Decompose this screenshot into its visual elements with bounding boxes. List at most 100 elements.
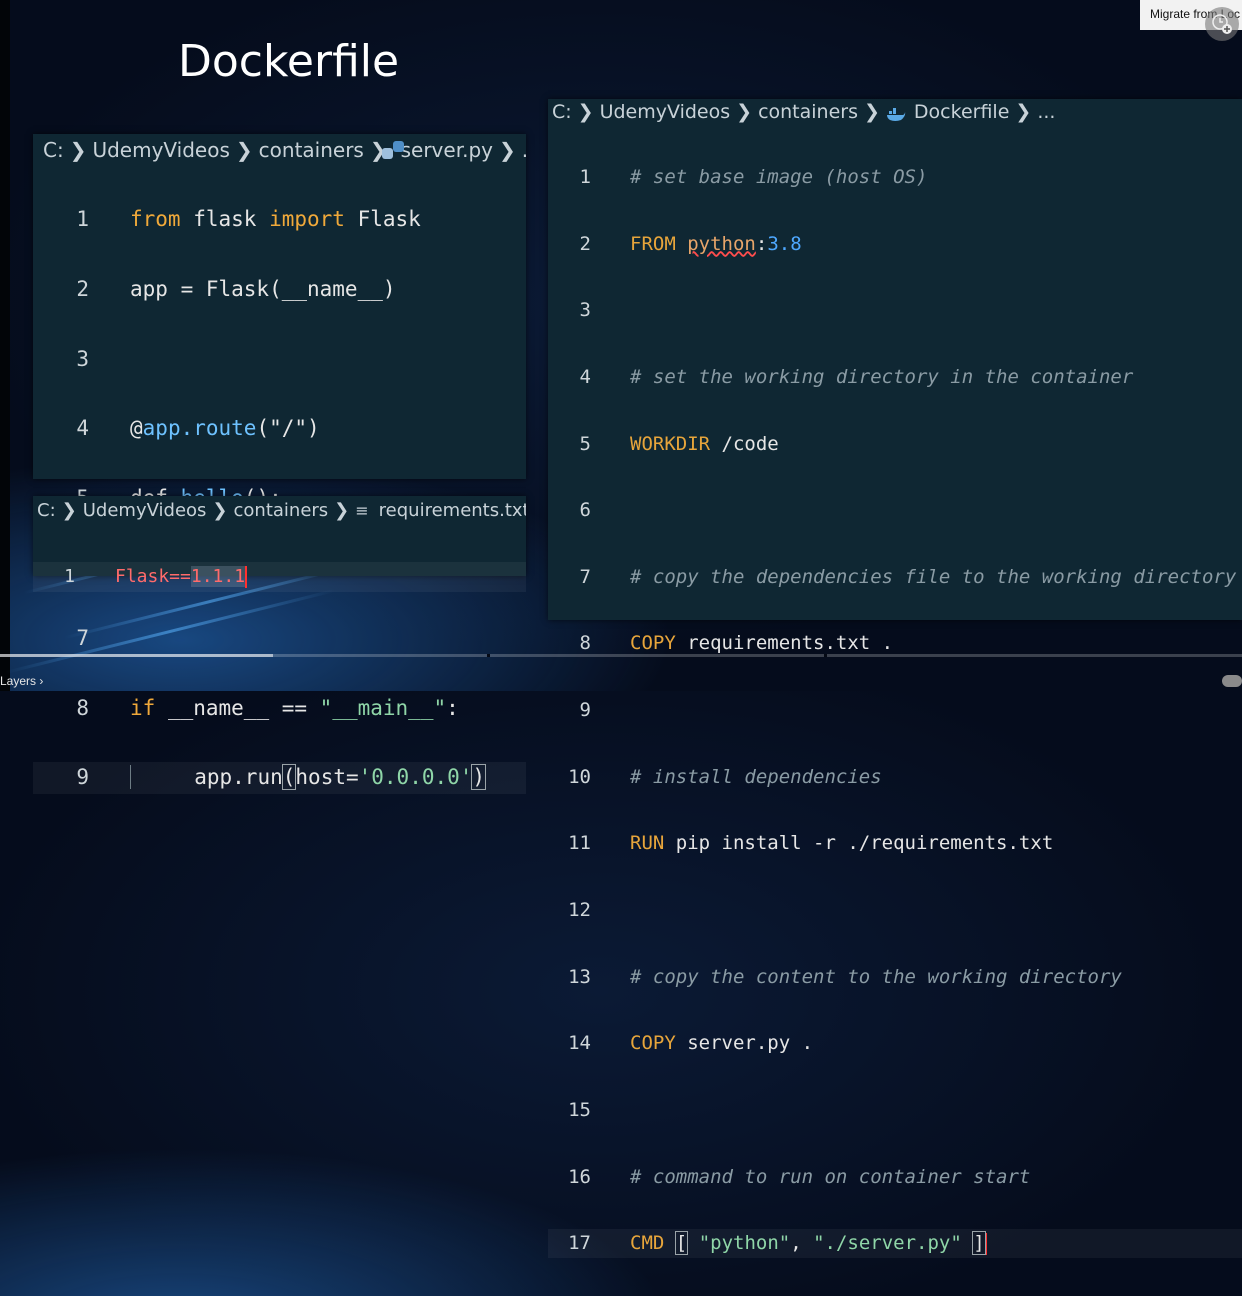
- autoplay-toggle[interactable]: [1222, 675, 1242, 687]
- line-number: 9: [579, 699, 591, 722]
- line-number: 6: [579, 499, 591, 522]
- server-py-editor: C: ❯ UdemyVideos ❯ containers ❯ server.p…: [33, 134, 526, 795]
- add-to-queue-button[interactable]: [1205, 7, 1239, 41]
- breadcrumb-folder[interactable]: UdemyVideos: [83, 500, 207, 521]
- line-number: 2: [76, 276, 89, 301]
- line-number: 17: [568, 1232, 591, 1255]
- docker-whale-icon: [886, 105, 906, 121]
- chevron-right-icon: ❯: [577, 101, 594, 123]
- breadcrumb: C: ❯ UdemyVideos ❯ containers ❯ Dockerfi…: [548, 99, 1242, 125]
- chapter-divider: [824, 654, 827, 657]
- chapter-divider: [487, 654, 490, 657]
- code-token: /code: [710, 432, 779, 455]
- line-number: 2: [579, 232, 591, 255]
- code-area[interactable]: 1 # set base image (host OS) 2 FROM python…: [548, 125, 1242, 1296]
- line-number: 7: [579, 565, 591, 588]
- code-token: (: [256, 416, 270, 441]
- chevron-right-icon: ❯: [498, 138, 516, 162]
- code-token: app.route: [142, 416, 257, 441]
- bracket-match: ]: [972, 1231, 986, 1256]
- chevron-right-icon: ❯: [736, 101, 753, 123]
- bracket-match: [: [674, 1231, 689, 1256]
- code-token: ): [307, 416, 320, 441]
- keyword: CMD: [630, 1232, 665, 1255]
- keyword: import: [269, 207, 345, 231]
- code-token: requirements.txt .: [675, 632, 894, 655]
- line-number: 1: [64, 566, 75, 587]
- code-line: 1 from flask import Flask: [33, 204, 526, 236]
- breadcrumb-folder[interactable]: UdemyVideos: [92, 138, 229, 162]
- breadcrumb-folder[interactable]: containers: [259, 138, 364, 162]
- line-number: 13: [568, 965, 591, 988]
- code-token: :: [755, 232, 768, 255]
- code-line: 4 # set the working directory in the cont…: [548, 363, 1242, 392]
- line-number: 5: [579, 432, 591, 455]
- text-file-icon: ≡: [355, 500, 369, 520]
- left-edge-strip: [0, 0, 10, 691]
- code-area[interactable]: 1 Flask==1.1.1: [33, 524, 526, 630]
- code-line: 2 FROM python:3.8: [548, 230, 1242, 259]
- string-literal: '0.0.0.0': [358, 765, 473, 790]
- keyword: RUN: [630, 832, 665, 855]
- package-version: 1.1.1: [190, 566, 246, 587]
- breadcrumb: C: ❯ UdemyVideos ❯ containers ❯ server.p…: [33, 134, 526, 166]
- breadcrumb-file[interactable]: requirements.txt: [379, 500, 526, 521]
- comment: # copy the content to the working direct…: [630, 965, 1122, 988]
- string-literal: "python": [698, 1232, 791, 1255]
- indent-guide: [130, 765, 157, 790]
- code-token: app.run: [194, 765, 283, 790]
- line-number: 11: [568, 832, 591, 855]
- code-line: 12: [548, 896, 1242, 925]
- breadcrumb-file[interactable]: Dockerfile: [914, 101, 1009, 123]
- code-token: host=: [295, 765, 359, 790]
- code-line: 15: [548, 1096, 1242, 1125]
- chapter-label[interactable]: Layers ›: [0, 674, 43, 688]
- code-line: 13 # copy the content to the working dire…: [548, 963, 1242, 992]
- code-line: 4 @app.route("/"): [33, 413, 526, 445]
- code-token: server.py .: [675, 1032, 814, 1055]
- image-tag: 3.8: [767, 232, 802, 255]
- code-line: 3: [548, 296, 1242, 325]
- line-number: 12: [568, 899, 591, 922]
- text-cursor: [984, 1232, 987, 1255]
- keyword: FROM: [630, 232, 676, 255]
- chevron-right-icon: ❯: [334, 499, 350, 521]
- line-number: 15: [568, 1098, 591, 1121]
- line-number: 3: [579, 299, 591, 322]
- comment: # copy the dependencies file to the work…: [630, 565, 1237, 588]
- line-number: 4: [579, 365, 591, 388]
- code-line: 10 # install dependencies: [548, 763, 1242, 792]
- code-line: 3: [33, 344, 526, 376]
- code-line: 1 # set base image (host OS): [548, 163, 1242, 192]
- code-line: 6: [548, 496, 1242, 525]
- code-token: __name__ ==: [155, 695, 320, 720]
- keyword: from: [130, 207, 181, 231]
- breadcrumb-drive[interactable]: C:: [37, 500, 56, 521]
- keyword: if: [130, 695, 156, 720]
- code-line: 2 app = Flask(__name__): [33, 274, 526, 306]
- breadcrumb-drive[interactable]: C:: [552, 101, 572, 123]
- breadcrumb-folder[interactable]: containers: [758, 101, 858, 123]
- chevron-right-icon: ❯: [864, 101, 880, 123]
- chevron-right-icon: ❯: [212, 499, 228, 521]
- keyword: COPY: [630, 1032, 676, 1055]
- breadcrumb-folder[interactable]: containers: [234, 500, 329, 521]
- breadcrumb-folder[interactable]: UdemyVideos: [600, 101, 731, 123]
- line-number: 8: [76, 695, 89, 720]
- string-literal: "/": [269, 416, 308, 441]
- code-token: Flask: [344, 207, 421, 231]
- code-token: @: [130, 416, 143, 441]
- code-line: 16 # command to run on container start: [548, 1163, 1242, 1192]
- keyword: WORKDIR: [630, 432, 711, 455]
- clock-add-icon: [1212, 14, 1232, 34]
- chevron-right-icon: ❯: [235, 138, 253, 162]
- breadcrumb: C: ❯ UdemyVideos ❯ containers ❯ ≡ requir…: [33, 496, 526, 524]
- package-name: Flask==: [115, 566, 191, 587]
- breadcrumb-file[interactable]: server.py: [401, 138, 493, 162]
- code-line: 11 RUN pip install -r ./requirements.txt: [548, 829, 1242, 858]
- breadcrumb-drive[interactable]: C:: [43, 138, 64, 162]
- code-line: 8 if __name__ == "__main__":: [33, 693, 526, 725]
- line-number: 4: [76, 416, 89, 441]
- line-number: 1: [76, 207, 89, 231]
- breadcrumb-trail: .: [522, 138, 526, 162]
